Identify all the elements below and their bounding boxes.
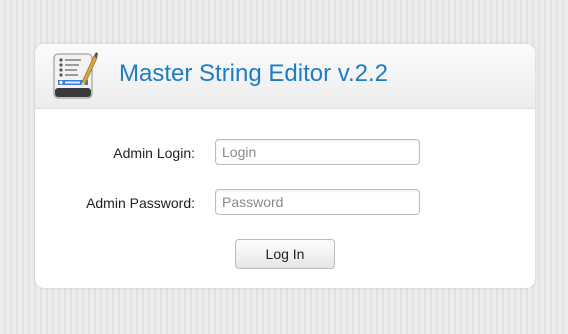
login-panel: Master String Editor v.2.2 Admin Login: … [35,44,535,288]
notepad-pencil-icon [53,52,98,99]
login-row: Admin Login: [35,139,535,167]
password-input[interactable] [215,189,420,215]
login-button[interactable]: Log In [235,239,335,269]
login-label: Admin Login: [113,145,195,161]
login-input[interactable] [215,139,420,165]
password-label: Admin Password: [86,195,195,211]
panel-header: Master String Editor v.2.2 [35,44,535,109]
app-title: Master String Editor v.2.2 [119,60,388,87]
password-row: Admin Password: [35,189,535,217]
